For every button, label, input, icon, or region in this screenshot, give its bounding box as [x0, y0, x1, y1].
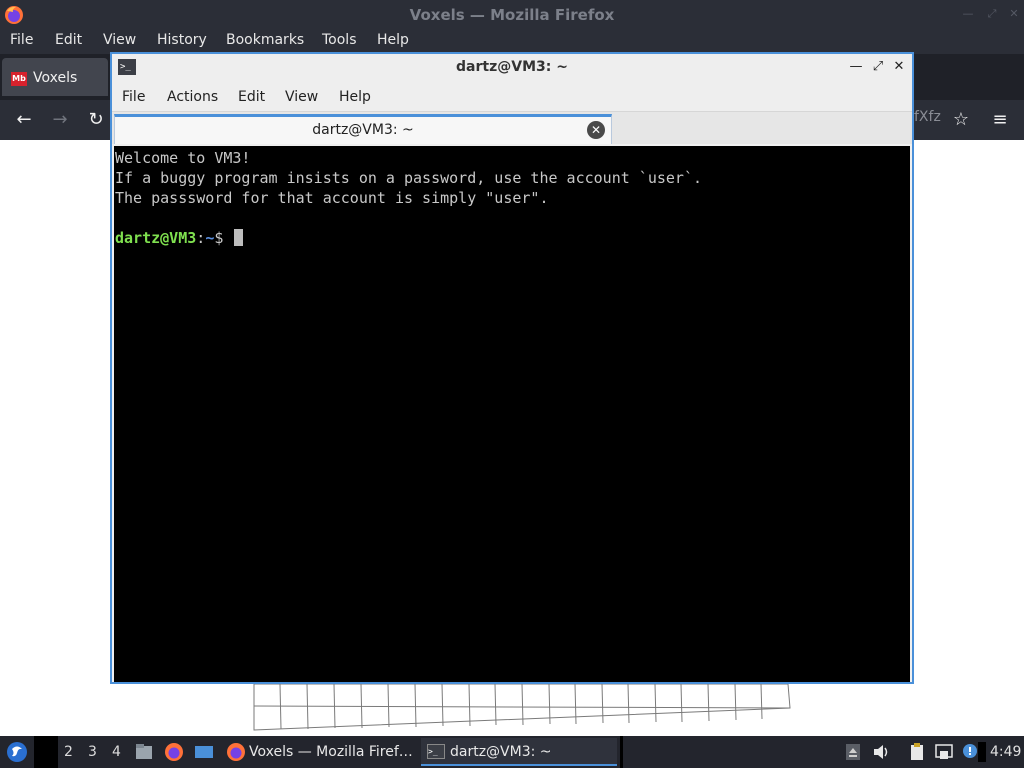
close-icon[interactable]: ✕	[891, 59, 907, 75]
bookmark-star-icon[interactable]: ☆	[949, 108, 973, 132]
menu-edit[interactable]: Edit	[55, 32, 82, 48]
terminal-line: Welcome to VM3!	[115, 149, 251, 167]
prompt-user-host: dartz@VM3	[115, 229, 197, 247]
start-menu-icon[interactable]	[6, 741, 28, 763]
desktop-workspace-1[interactable]	[34, 736, 58, 768]
show-desktop-icon[interactable]	[194, 742, 214, 762]
hamburger-menu-icon[interactable]: ≡	[988, 108, 1012, 132]
network-icon[interactable]	[934, 742, 954, 762]
reload-icon[interactable]: ↻	[84, 108, 108, 132]
menu-history[interactable]: History	[157, 32, 207, 48]
terminal-line: The passsword for that account is simply…	[115, 189, 549, 207]
terminal-tab[interactable]: dartz@VM3: ~ ✕	[114, 114, 612, 144]
terminal-icon: >_	[427, 744, 445, 759]
tab-voxels[interactable]: Mb Voxels	[2, 58, 108, 96]
menu-file[interactable]: File	[10, 32, 33, 48]
back-arrow-icon[interactable]: ←	[12, 108, 36, 132]
workspace-4[interactable]: 4	[112, 744, 121, 760]
task-label: Voxels — Mozilla Firef…	[249, 744, 413, 760]
terminal-window-title: dartz@VM3: ~	[456, 59, 568, 75]
maximize-icon[interactable]: ⤢	[986, 8, 998, 20]
eject-icon[interactable]	[843, 742, 863, 762]
terminal-tabbar: dartz@VM3: ~ ✕	[112, 112, 912, 144]
terminal-window[interactable]: >_ dartz@VM3: ~ — ⤢ ✕ File Actions Edit …	[110, 52, 914, 684]
workspace-3[interactable]: 3	[88, 744, 97, 760]
taskbar-divider	[620, 736, 623, 768]
task-terminal[interactable]: >_ dartz@VM3: ~	[421, 738, 617, 766]
firefox-window-title: Voxels — Mozilla Firefox	[409, 6, 615, 24]
firefox-icon	[227, 743, 245, 761]
menu-view[interactable]: View	[103, 32, 136, 48]
close-icon[interactable]: ✕	[1008, 8, 1020, 20]
minimize-icon[interactable]: —	[962, 8, 974, 20]
tab-close-icon[interactable]: ✕	[587, 121, 605, 139]
terminal-tab-label: dartz@VM3: ~	[312, 122, 414, 138]
firefox-titlebar: Voxels — Mozilla Firefox — ⤢ ✕	[0, 0, 1024, 30]
notification-icon[interactable]	[960, 742, 980, 762]
terminal-menu-help[interactable]: Help	[339, 89, 371, 105]
prompt-path: ~	[205, 229, 215, 247]
file-manager-icon[interactable]	[134, 742, 154, 762]
prompt-symbol: $	[214, 229, 224, 247]
terminal-line: If a buggy program insists on a password…	[115, 169, 702, 187]
terminal-menu-edit[interactable]: Edit	[238, 89, 265, 105]
clock[interactable]: 4:49	[990, 736, 1021, 768]
menu-bookmarks[interactable]: Bookmarks	[226, 32, 304, 48]
workspace-2[interactable]: 2	[64, 744, 73, 760]
minimize-icon[interactable]: —	[848, 59, 864, 75]
clipboard-icon[interactable]	[907, 742, 927, 762]
text-cursor	[234, 229, 244, 246]
menu-help[interactable]: Help	[377, 32, 409, 48]
menu-tools[interactable]: Tools	[322, 32, 357, 48]
maximize-icon[interactable]: ⤢	[870, 59, 886, 75]
tab-label: Voxels	[33, 70, 78, 86]
firefox-menubar: File Edit View History Bookmarks Tools H…	[0, 30, 1024, 54]
volume-icon[interactable]	[871, 742, 891, 762]
tray-separator	[978, 742, 986, 762]
terminal-menu-actions[interactable]: Actions	[167, 89, 218, 105]
terminal-output[interactable]: Welcome to VM3! If a buggy program insis…	[114, 146, 910, 682]
url-bar-fragment[interactable]: fXfz	[914, 109, 941, 125]
prompt-separator: :	[196, 229, 206, 247]
task-label: dartz@VM3: ~	[450, 744, 552, 760]
firefox-launcher-icon[interactable]	[164, 742, 184, 762]
terminal-menu-file[interactable]: File	[122, 89, 145, 105]
voxels-favicon-icon: Mb	[11, 72, 27, 86]
terminal-titlebar[interactable]: >_ dartz@VM3: ~ — ⤢ ✕	[112, 54, 912, 82]
terminal-menubar: File Actions Edit View Help	[112, 82, 912, 112]
terminal-menu-view[interactable]: View	[285, 89, 318, 105]
task-firefox[interactable]: Voxels — Mozilla Firef…	[222, 738, 418, 766]
taskbar: 2 3 4 Voxels — Mozilla Firef… >_ dartz@V…	[0, 736, 1024, 768]
forward-arrow-icon[interactable]: →	[48, 108, 72, 132]
